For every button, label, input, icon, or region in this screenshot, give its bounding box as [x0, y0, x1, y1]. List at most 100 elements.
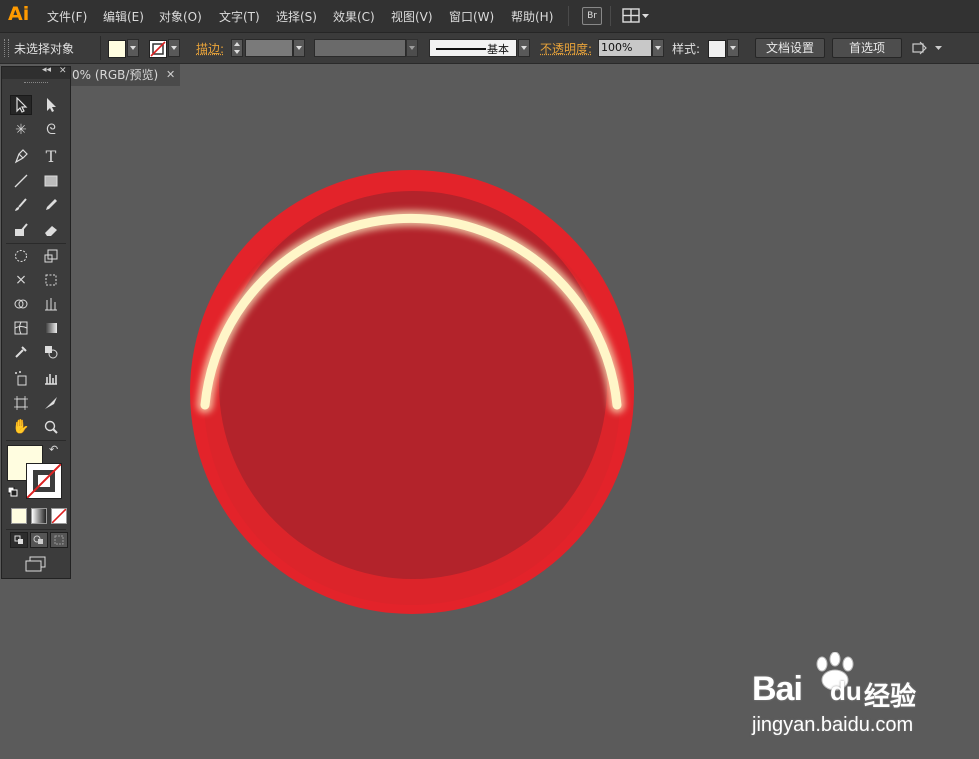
blend-tool[interactable] [40, 342, 62, 362]
scale-tool[interactable] [40, 246, 62, 266]
document-tab[interactable]: 0% (RGB/预览) ✕ [60, 64, 180, 86]
menu-file[interactable]: 文件(F) [47, 8, 87, 25]
pen-icon [14, 149, 28, 164]
arrange-documents-button[interactable] [912, 40, 946, 59]
brush-dropdown[interactable] [518, 39, 530, 57]
rectangle-icon [44, 175, 58, 187]
stroke-weight-stepper[interactable] [231, 39, 243, 57]
blob-brush-tool[interactable] [10, 220, 32, 240]
opacity-field[interactable]: 100% [598, 39, 652, 57]
selection-arrow-icon [16, 97, 28, 113]
graphic-style-dropdown[interactable] [727, 39, 739, 57]
artwork-red-button[interactable] [185, 160, 645, 630]
screen-mode-icon [25, 556, 46, 572]
line-segment-tool[interactable] [10, 171, 32, 191]
menu-separator [610, 6, 611, 26]
hand-tool[interactable]: ✋ [10, 417, 32, 437]
stroke-weight-dropdown[interactable] [293, 39, 305, 57]
zoom-tool[interactable] [40, 417, 62, 437]
type-tool[interactable]: T [40, 146, 62, 166]
control-bar: 未选择对象 描边: 基本 不透明度: 100% 样式: 文档设置 首选项 [0, 33, 979, 64]
collapse-panel-icon[interactable]: ◂◂ [42, 65, 51, 75]
control-bar-grip[interactable] [4, 39, 9, 57]
width-tool[interactable]: ⨯ [10, 270, 32, 290]
watermark-url: jingyan.baidu.com [752, 714, 914, 736]
menu-window[interactable]: 窗口(W) [449, 8, 494, 25]
menu-view[interactable]: 视图(V) [391, 8, 433, 25]
perspective-grid-tool[interactable] [40, 294, 62, 314]
graphic-style-swatch[interactable] [708, 40, 726, 58]
shape-builder-tool[interactable] [10, 294, 32, 314]
swap-fill-stroke-icon[interactable]: ↶ [49, 443, 58, 456]
stroke-label[interactable]: 描边: [196, 40, 224, 57]
menu-type[interactable]: 文字(T) [219, 8, 260, 25]
menu-select[interactable]: 选择(S) [276, 8, 317, 25]
stroke-none-icon [150, 41, 166, 57]
rotate-tool[interactable] [10, 246, 32, 266]
magic-wand-tool[interactable]: ✳ [10, 120, 32, 140]
paintbrush-tool[interactable] [10, 195, 32, 215]
gradient-icon [45, 323, 57, 333]
arrange-icon [912, 41, 942, 55]
menu-edit[interactable]: 编辑(E) [103, 8, 144, 25]
close-panel-icon[interactable]: ✕ [59, 66, 67, 76]
fill-dropdown[interactable] [127, 39, 139, 57]
pencil-tool[interactable] [40, 195, 62, 215]
eyedropper-tool[interactable] [10, 342, 32, 362]
slice-icon [45, 397, 57, 409]
free-transform-tool[interactable] [40, 270, 62, 290]
menu-effect[interactable]: 效果(C) [333, 8, 375, 25]
menu-help[interactable]: 帮助(H) [511, 8, 553, 25]
stroke-weight-field[interactable] [245, 39, 293, 57]
brush-stroke-preview [436, 48, 486, 50]
blob-brush-icon [15, 223, 28, 236]
preferences-button[interactable]: 首选项 [832, 38, 902, 58]
lasso-tool[interactable]: ᘓ [40, 120, 62, 140]
opacity-label[interactable]: 不透明度: [540, 40, 592, 57]
draw-behind-button[interactable] [30, 532, 48, 548]
eraser-tool[interactable] [40, 220, 62, 240]
draw-normal-button[interactable] [10, 532, 28, 548]
style-label: 样式: [672, 42, 701, 56]
direct-selection-arrow-icon [47, 98, 56, 112]
mesh-tool[interactable] [10, 318, 32, 338]
bridge-button[interactable]: Br [582, 7, 602, 25]
panel-grip[interactable] [24, 82, 48, 85]
variable-width-profile[interactable] [314, 39, 406, 57]
tools-panel-header[interactable]: ◂◂ ✕ [2, 65, 70, 79]
stroke-dropdown[interactable] [168, 39, 180, 57]
default-colors-icon[interactable] [7, 486, 18, 497]
pencil-icon [46, 199, 57, 210]
screen-mode-button[interactable] [24, 555, 48, 576]
shape-builder-icon [14, 299, 28, 309]
slice-tool[interactable] [40, 393, 62, 413]
document-setup-button[interactable]: 文档设置 [755, 38, 825, 58]
column-graph-tool[interactable] [40, 368, 62, 388]
stroke-color-box[interactable] [26, 463, 62, 499]
stroke-swatch[interactable] [149, 40, 167, 58]
symbol-sprayer-icon [15, 371, 27, 386]
rectangle-tool[interactable] [40, 171, 62, 191]
direct-selection-tool[interactable] [40, 95, 62, 115]
gradient-tool[interactable] [40, 318, 62, 338]
none-mode-button[interactable] [51, 508, 67, 524]
opacity-dropdown[interactable] [652, 39, 664, 57]
workspace-switcher[interactable] [622, 8, 652, 27]
draw-inside-icon [54, 535, 64, 545]
divider [100, 36, 101, 60]
symbol-sprayer-tool[interactable] [10, 368, 32, 388]
hand-icon: ✋ [12, 419, 30, 435]
draw-inside-button[interactable] [50, 532, 68, 548]
scale-icon [44, 249, 58, 263]
artboard-tool[interactable] [10, 393, 32, 413]
pen-tool[interactable] [10, 146, 32, 166]
column-graph-icon [45, 374, 57, 385]
selection-tool[interactable] [10, 95, 32, 115]
menu-object[interactable]: 对象(O) [159, 8, 202, 25]
color-mode-button[interactable] [11, 508, 27, 524]
fill-swatch[interactable] [108, 40, 126, 58]
gradient-mode-button[interactable] [31, 508, 47, 524]
variable-width-dropdown[interactable] [406, 39, 418, 57]
brush-definition[interactable]: 基本 [429, 39, 517, 57]
close-tab-icon[interactable]: ✕ [166, 64, 175, 86]
